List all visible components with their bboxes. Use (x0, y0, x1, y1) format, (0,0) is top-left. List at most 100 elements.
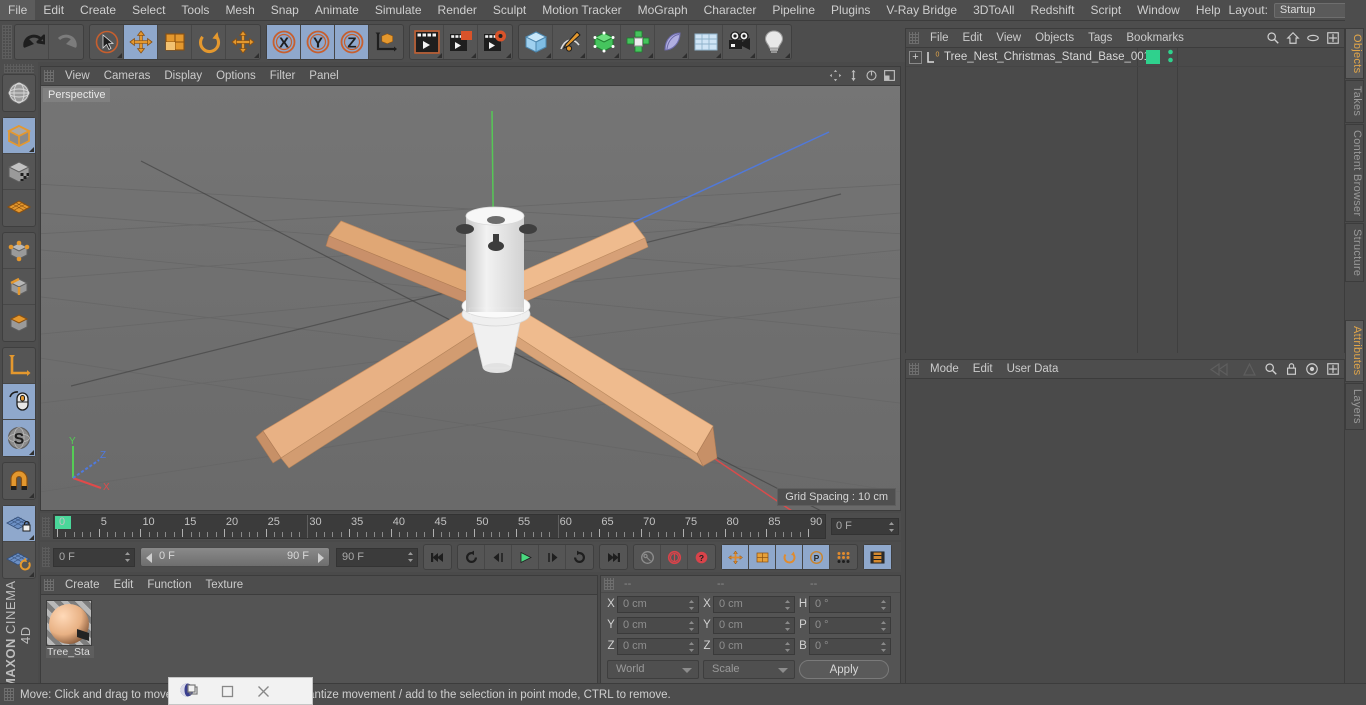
end-frame-input[interactable]: 90 F (336, 547, 418, 567)
timeline-drag-handle[interactable] (42, 516, 50, 537)
prev-arrows-icon[interactable] (1209, 362, 1235, 379)
menu-edit[interactable]: Edit (35, 0, 72, 20)
apply-button[interactable]: Apply (799, 660, 889, 679)
point-mode-button[interactable] (3, 233, 35, 269)
autokeying-button[interactable] (661, 545, 688, 569)
spinner-icon[interactable] (407, 551, 414, 563)
viewport-menu-display[interactable]: Display (157, 67, 209, 85)
maximize-window-button[interactable] (209, 678, 245, 704)
layout-plus-icon[interactable] (1326, 31, 1340, 48)
material-preview[interactable] (46, 600, 92, 646)
lock-y-axis-button[interactable]: Y (301, 24, 335, 59)
menu-v-ray-bridge[interactable]: V-Ray Bridge (878, 0, 965, 20)
tab-layers[interactable]: Layers (1345, 382, 1364, 430)
add-camera-button[interactable] (723, 24, 757, 59)
coordinate-system-dropdown[interactable]: World (607, 660, 699, 679)
go-to-end-button[interactable] (600, 545, 627, 569)
spinner-icon[interactable] (688, 620, 695, 632)
scale-tool[interactable] (158, 24, 192, 59)
rotation-input[interactable]: 0 ° (809, 595, 891, 613)
size-mode-dropdown[interactable]: Scale (703, 660, 795, 679)
menu-snap[interactable]: Snap (263, 0, 307, 20)
move-tool[interactable] (124, 24, 158, 59)
position-input[interactable]: 0 cm (617, 637, 699, 655)
tab-structure[interactable]: Structure (1345, 223, 1364, 283)
dolly-icon[interactable] (847, 69, 860, 85)
attribute-menu-user-data[interactable]: User Data (1000, 360, 1066, 378)
preview-range-slider[interactable]: 0 F 90 F (140, 547, 330, 567)
spinner-icon[interactable] (880, 620, 887, 632)
menu-mograph[interactable]: MoGraph (630, 0, 696, 20)
add-cube-button[interactable] (519, 24, 553, 59)
position-key-button[interactable] (722, 545, 749, 569)
spinner-icon[interactable] (880, 599, 887, 611)
position-input[interactable]: 0 cm (617, 595, 699, 613)
enable-snapping-button[interactable]: S (3, 420, 35, 456)
viewport-solo-button[interactable] (3, 384, 35, 420)
ellipse-icon[interactable] (1306, 31, 1320, 48)
viewport-menu-filter[interactable]: Filter (263, 67, 303, 85)
object-axis-mode-button[interactable] (3, 348, 35, 384)
current-frame-input[interactable]: 0 F (53, 547, 135, 567)
rotation-input[interactable]: 0 ° (809, 616, 891, 634)
render-to-picture-viewer-button[interactable] (444, 24, 478, 59)
workplane-mode-button[interactable] (3, 190, 35, 226)
texture-mode-button[interactable] (3, 154, 35, 190)
material-menu-edit[interactable]: Edit (107, 576, 141, 594)
spinner-icon[interactable] (688, 599, 695, 611)
lock-workplane-button[interactable] (3, 506, 35, 542)
add-light-button[interactable] (757, 25, 791, 59)
lock-icon[interactable] (1285, 362, 1298, 379)
menu-select[interactable]: Select (124, 0, 173, 20)
world-object-coordinates-button[interactable] (369, 25, 403, 59)
tab-takes[interactable]: Takes (1345, 80, 1364, 123)
coordinates-drag-handle[interactable] (604, 578, 614, 590)
menu-animate[interactable]: Animate (307, 0, 367, 20)
attribute-manager-drag-handle[interactable] (909, 363, 919, 375)
visibility-dots-icon[interactable] (1167, 48, 1174, 67)
size-input[interactable]: 0 cm (713, 595, 795, 613)
position-input[interactable]: 0 cm (617, 616, 699, 634)
range-right-arrow-icon[interactable] (318, 553, 324, 563)
menu-render[interactable]: Render (430, 0, 485, 20)
menu-3dtoall[interactable]: 3DToAll (965, 0, 1022, 20)
attribute-menu-mode[interactable]: Mode (923, 360, 966, 378)
add-deformer-button[interactable] (655, 24, 689, 59)
pan-icon[interactable] (829, 69, 842, 85)
object-menu-tags[interactable]: Tags (1081, 29, 1119, 47)
playbar-drag-handle[interactable] (42, 547, 50, 567)
object-menu-view[interactable]: View (989, 29, 1028, 47)
material-menu-texture[interactable]: Texture (198, 576, 250, 594)
planar-workplane-button[interactable] (3, 542, 35, 578)
spinner-icon[interactable] (888, 521, 895, 533)
go-to-start-button[interactable] (424, 545, 451, 569)
lock-z-axis-button[interactable]: Z (335, 24, 369, 59)
add-spline-button[interactable] (553, 24, 587, 59)
timeline-filmstrip-button[interactable] (864, 545, 891, 569)
edge-mode-button[interactable] (3, 269, 35, 305)
toolbar-drag-handle[interactable] (2, 24, 12, 59)
object-manager-drag-handle[interactable] (909, 32, 919, 44)
rotate-tool[interactable] (192, 24, 226, 59)
material-menu-function[interactable]: Function (140, 576, 198, 594)
close-window-button[interactable] (245, 678, 281, 704)
menu-file[interactable]: File (0, 0, 36, 20)
next-frame-button[interactable] (539, 545, 566, 569)
next-arrow-icon[interactable] (1242, 362, 1257, 379)
model-mode-button[interactable] (3, 118, 35, 154)
object-tag-icon[interactable] (1146, 50, 1160, 64)
menu-sculpt[interactable]: Sculpt (485, 0, 534, 20)
object-menu-edit[interactable]: Edit (956, 29, 990, 47)
menu-character[interactable]: Character (696, 0, 765, 20)
spinner-icon[interactable] (880, 641, 887, 653)
object-menu-file[interactable]: File (923, 29, 956, 47)
menu-script[interactable]: Script (1082, 0, 1129, 20)
make-editable-button[interactable] (3, 75, 35, 111)
menu-motion-tracker[interactable]: Motion Tracker (534, 0, 629, 20)
play-button[interactable] (512, 545, 539, 569)
render-view-button[interactable] (410, 24, 444, 59)
viewport-drag-handle[interactable] (44, 70, 54, 82)
rotation-key-button[interactable] (776, 545, 803, 569)
undo-button[interactable] (15, 24, 49, 59)
spinner-icon[interactable] (784, 641, 791, 653)
